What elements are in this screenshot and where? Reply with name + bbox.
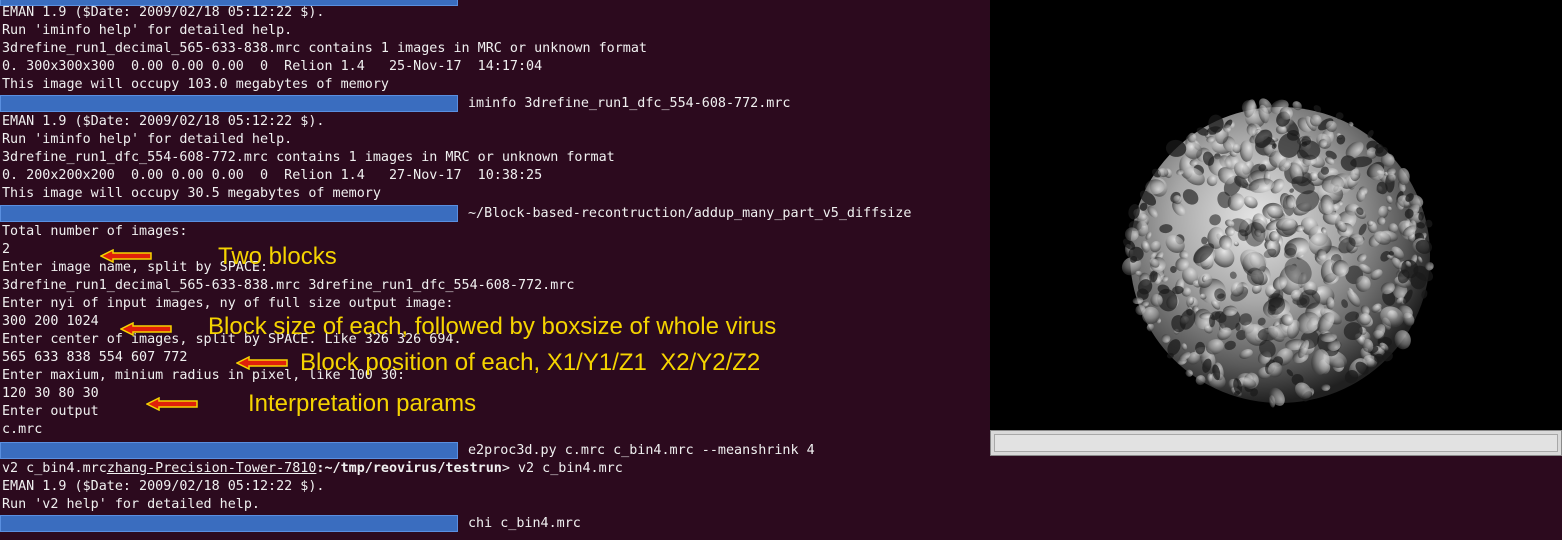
terminal-line: 300 200 1024 — [2, 314, 99, 329]
terminal-line: Enter output — [2, 404, 99, 419]
terminal-line: Run 'iminfo help' for detailed help. — [2, 23, 293, 38]
prompt-prefix: v2 c_bin4.mrc — [2, 461, 107, 476]
left-arrow-icon — [236, 356, 288, 370]
prompt-path: :~/tmp/reovirus/testrun — [316, 461, 502, 476]
terminal-line: 0. 200x200x200 0.00 0.00 0.00 0 Relion 1… — [2, 168, 543, 183]
annotation-block-size: Block size of each, followed by boxsize … — [208, 313, 777, 340]
terminal-line: Run 'iminfo help' for detailed help. — [2, 132, 293, 147]
terminal-line: EMAN 1.9 ($Date: 2009/02/18 05:12:22 $). — [2, 5, 325, 20]
terminal-line: c.mrc — [2, 422, 43, 437]
annotation-interp-params: Interpretation params — [248, 390, 477, 417]
viewer-status-bar — [990, 430, 1562, 456]
left-arrow-icon — [146, 397, 198, 411]
prompt-command: > v2 c_bin4.mrc — [501, 461, 623, 476]
terminal-line: 2 — [2, 242, 11, 257]
terminal-line: 120 30 80 30 — [2, 386, 99, 401]
terminal-line: Total number of images: — [2, 224, 188, 239]
command-text: iminfo 3drefine_run1_dfc_554-608-772.mrc — [468, 96, 791, 111]
terminal-line: EMAN 1.9 ($Date: 2009/02/18 05:12:22 $). — [2, 479, 325, 494]
terminal-line: 3drefine_run1_dfc_554-608-772.mrc contai… — [2, 150, 615, 165]
terminal-line: 0. 300x300x300 0.00 0.00 0.00 0 Relion 1… — [2, 59, 543, 74]
terminal-line: 565 633 838 554 607 772 — [2, 350, 188, 365]
terminal-line: Run 'v2 help' for detailed help. — [2, 497, 260, 512]
terminal-line: This image will occupy 103.0 megabytes o… — [2, 77, 389, 92]
command-text: chi c_bin4.mrc — [468, 516, 581, 531]
redacted-prompt — [0, 205, 458, 222]
redacted-prompt — [0, 95, 458, 112]
terminal-line: Enter nyi of input images, ny of full si… — [2, 296, 454, 311]
terminal-line: 3drefine_run1_decimal_565-633-838.mrc 3d… — [2, 278, 575, 293]
left-arrow-icon — [100, 249, 152, 263]
terminal-line: EMAN 1.9 ($Date: 2009/02/18 05:12:22 $). — [2, 114, 325, 129]
virus-model — [1121, 98, 1434, 408]
prompt-line: v2 c_bin4.mrczhang-Precision-Tower-7810:… — [2, 460, 623, 478]
virus-isosurface-image — [1121, 98, 1434, 408]
prompt-host: zhang-Precision-Tower-7810 — [106, 461, 317, 476]
command-text: e2proc3d.py c.mrc c_bin4.mrc --meanshrin… — [468, 443, 815, 458]
terminal-line: 3drefine_run1_decimal_565-633-838.mrc co… — [2, 41, 647, 56]
terminal-window[interactable]: EMAN 1.9 ($Date: 2009/02/18 05:12:22 $).… — [0, 0, 990, 540]
annotation-block-position: Block position of each, X1/Y1/Z1 X2/Y2/Z… — [300, 349, 761, 376]
left-arrow-icon — [120, 322, 172, 336]
command-text: ~/Block-based-recontruction/addup_many_p… — [468, 206, 912, 221]
3d-viewer-canvas[interactable] — [990, 0, 1562, 430]
annotation-two-blocks: Two blocks — [218, 243, 337, 270]
redacted-prompt — [0, 442, 458, 459]
terminal-line: This image will occupy 30.5 megabytes of… — [2, 186, 381, 201]
redacted-prompt — [0, 515, 458, 532]
